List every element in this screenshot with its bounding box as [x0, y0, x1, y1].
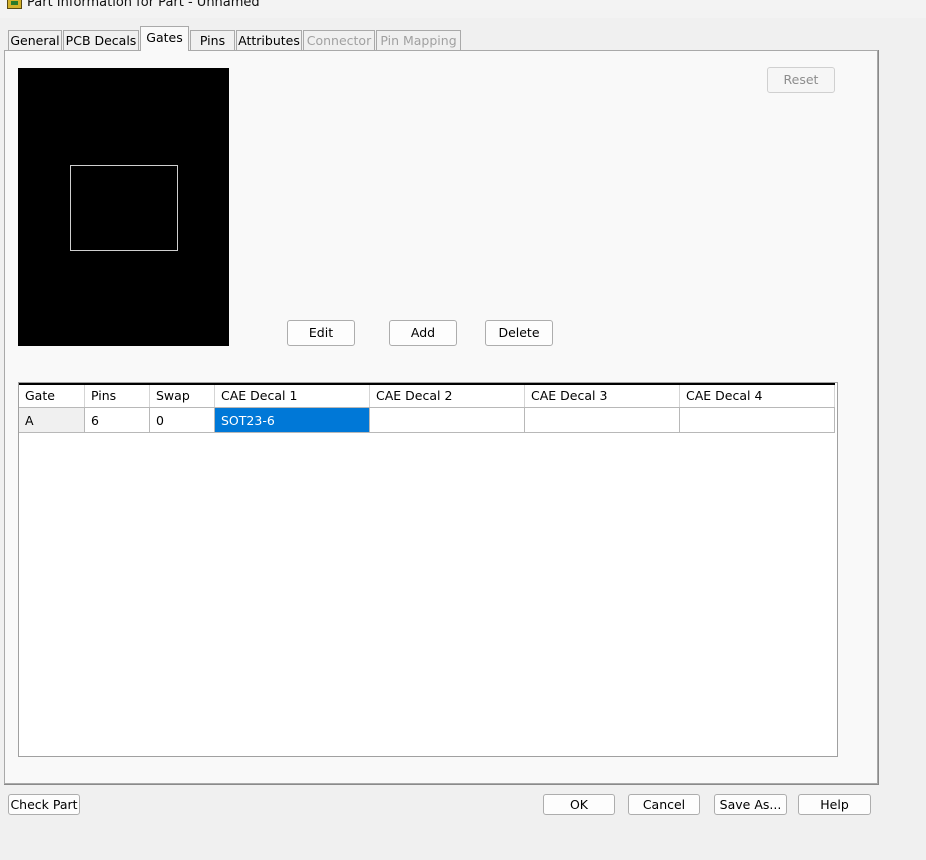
cell-swap[interactable]: 0 [150, 407, 215, 433]
save-as-button[interactable]: Save As... [714, 794, 787, 815]
gates-panel: Reset Edit Add Delete Gate Pins Swap CAE… [4, 50, 878, 784]
tab-pcb-decals[interactable]: PCB Decals [63, 30, 139, 50]
add-button[interactable]: Add [389, 320, 457, 346]
delete-button[interactable]: Delete [485, 320, 553, 346]
window-title: Part Information for Part - Unnamed [27, 0, 260, 10]
cell-cae-decal-4[interactable] [680, 407, 835, 433]
ok-button[interactable]: OK [543, 794, 615, 815]
cell-cae-decal-3[interactable] [525, 407, 680, 433]
cell-cae-decal-2[interactable] [370, 407, 525, 433]
check-part-button[interactable]: Check Part [8, 794, 80, 815]
col-header-gate[interactable]: Gate [19, 385, 85, 407]
col-header-cae-decal-3[interactable]: CAE Decal 3 [525, 385, 680, 407]
tab-attributes[interactable]: Attributes [236, 30, 302, 50]
grid-header: Gate Pins Swap CAE Decal 1 CAE Decal 2 C… [19, 383, 835, 407]
col-header-pins[interactable]: Pins [85, 385, 150, 407]
tab-gates[interactable]: Gates [140, 26, 189, 51]
gate-preview [18, 68, 229, 346]
cell-cae-decal-1[interactable]: SOT23-6 [215, 407, 370, 433]
reset-button[interactable]: Reset [767, 67, 835, 93]
title-bar: Part Information for Part - Unnamed [0, 0, 926, 18]
table-row: A 6 0 SOT23-6 [19, 407, 835, 434]
tab-general[interactable]: General [8, 30, 62, 50]
gates-grid: Gate Pins Swap CAE Decal 1 CAE Decal 2 C… [18, 382, 838, 757]
col-header-swap[interactable]: Swap [150, 385, 215, 407]
gate-outline [70, 165, 178, 251]
col-header-cae-decal-1[interactable]: CAE Decal 1 [215, 385, 370, 407]
app-icon [7, 0, 22, 9]
tab-pins[interactable]: Pins [190, 30, 235, 50]
cancel-button[interactable]: Cancel [628, 794, 700, 815]
tab-connector[interactable]: Connector [303, 30, 375, 50]
tab-pin-mapping[interactable]: Pin Mapping [376, 30, 461, 50]
edit-button[interactable]: Edit [287, 320, 355, 346]
col-header-cae-decal-2[interactable]: CAE Decal 2 [370, 385, 525, 407]
cell-gate[interactable]: A [19, 407, 85, 433]
col-header-cae-decal-4[interactable]: CAE Decal 4 [680, 385, 835, 407]
help-button[interactable]: Help [798, 794, 871, 815]
cell-pins[interactable]: 6 [85, 407, 150, 433]
